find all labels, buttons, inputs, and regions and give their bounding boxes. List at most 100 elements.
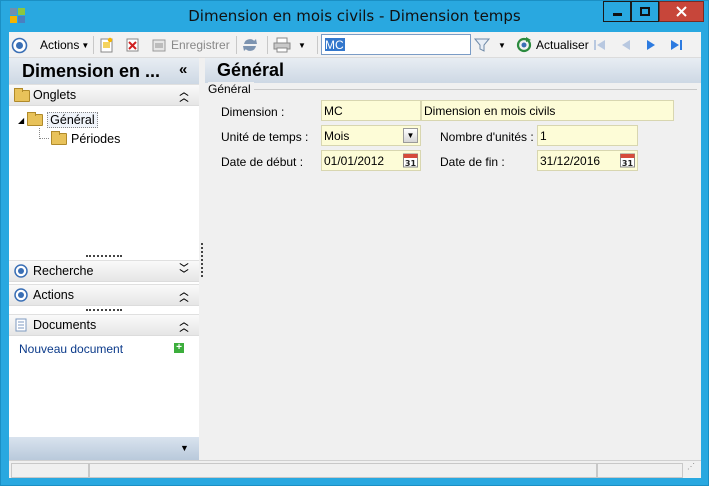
splitter-grip[interactable]	[86, 255, 122, 257]
tree-item-general[interactable]: ◢ Général	[18, 111, 98, 129]
toolbar-separator	[267, 36, 268, 54]
document-icon	[15, 318, 27, 332]
section-documents-header[interactable]: Documents ︿ ︿	[9, 314, 199, 336]
chevron-down-icon[interactable]: ▼	[403, 128, 418, 143]
group-divider	[209, 89, 697, 90]
maximize-button[interactable]	[631, 1, 659, 22]
title-bar[interactable]: Dimension en mois civils - Dimension tem…	[1, 1, 708, 31]
new-document-icon	[100, 37, 113, 53]
collapse-panel-icon[interactable]: «	[179, 61, 187, 78]
print-button[interactable]: ▼	[273, 35, 306, 55]
unit-value: Mois	[324, 129, 350, 143]
splitter-grip[interactable]	[201, 243, 203, 277]
main-header: Général	[205, 58, 701, 83]
first-icon	[594, 40, 605, 50]
minimize-icon	[612, 13, 622, 16]
splitter-grip[interactable]	[86, 309, 122, 311]
status-cell	[11, 463, 89, 478]
section-tabs-header[interactable]: Onglets ︿ ︿	[9, 84, 199, 106]
end-date-value: 31/12/2016	[540, 154, 601, 168]
delete-icon	[126, 38, 139, 52]
end-date-label: Date de fin :	[440, 155, 505, 169]
start-date-value: 01/01/2012	[324, 154, 385, 168]
next-record-button[interactable]	[643, 35, 659, 55]
unit-select[interactable]: Mois ▼	[321, 125, 421, 146]
maximize-icon	[640, 7, 650, 16]
section-documents-label: Documents	[33, 318, 97, 332]
toolbar-separator	[317, 36, 318, 54]
search-input[interactable]	[322, 35, 470, 54]
printer-icon	[273, 37, 291, 53]
close-button[interactable]	[659, 1, 704, 22]
section-tabs-label: Onglets	[33, 88, 77, 102]
page-title: Général	[217, 60, 285, 80]
sync-icon	[243, 39, 257, 51]
section-actions-label: Actions	[33, 288, 74, 302]
save-button[interactable]: Enregistrer	[151, 35, 230, 55]
navigation-target-button[interactable]	[11, 35, 28, 55]
expander-icon: ◢	[18, 115, 25, 125]
count-value: 1	[540, 129, 547, 143]
refresh-button[interactable]: Actualiser	[516, 35, 589, 55]
next-icon	[647, 40, 655, 50]
left-panel-title: Dimension en ...	[22, 61, 161, 81]
save-label: Enregistrer	[171, 38, 230, 52]
calendar-icon[interactable]: 31	[403, 152, 418, 168]
chevron-down-icon: ﹀ ﹀	[179, 263, 189, 279]
minimize-button[interactable]	[603, 1, 631, 22]
add-document-icon[interactable]: +	[174, 343, 184, 353]
search-field[interactable]	[321, 34, 471, 55]
close-icon	[676, 6, 687, 17]
previous-record-button[interactable]	[618, 35, 634, 55]
filter-button[interactable]: ▼	[474, 35, 506, 55]
left-panel-header: Dimension en ... «	[9, 58, 199, 84]
dimension-name-field[interactable]: Dimension en mois civils	[421, 100, 674, 121]
tree-item-periods[interactable]: Périodes	[51, 130, 120, 148]
section-search-label: Recherche	[33, 264, 94, 278]
dimension-name-value: Dimension en mois civils	[424, 104, 556, 118]
client-area: Actions ▼ Enregistrer ▼ MC ▼ Actualiser …	[9, 32, 701, 478]
start-date-label: Date de début :	[221, 155, 304, 169]
svg-text:31: 31	[622, 159, 634, 168]
actions-menu-button[interactable]: Actions ▼	[40, 35, 89, 55]
count-label: Nombre d'unités :	[440, 130, 534, 144]
status-cell	[597, 463, 683, 478]
count-field[interactable]: 1	[537, 125, 638, 146]
target-icon	[14, 288, 28, 302]
save-icon	[152, 39, 166, 52]
end-date-field[interactable]: 31/12/2016 31	[537, 150, 638, 171]
section-search-header[interactable]: Recherche ﹀ ﹀	[9, 260, 199, 282]
delete-button[interactable]	[125, 35, 140, 55]
svg-text:31: 31	[405, 159, 417, 168]
calendar-icon[interactable]: 31	[620, 152, 635, 168]
last-icon	[671, 40, 682, 50]
first-record-button[interactable]	[592, 35, 608, 55]
chevron-up-icon: ︿ ︿	[179, 287, 189, 303]
dimension-code-field[interactable]: MC	[321, 100, 421, 121]
last-record-button[interactable]	[668, 35, 684, 55]
resize-grip-icon[interactable]: ⋰	[687, 463, 697, 475]
tree-item-label: Périodes	[71, 132, 121, 146]
folder-open-icon	[27, 112, 44, 126]
refresh-label: Actualiser	[536, 38, 589, 52]
new-button[interactable]	[99, 35, 114, 55]
toolbar: Actions ▼ Enregistrer ▼ MC ▼ Actualiser	[9, 32, 701, 58]
window-title: Dimension en mois civils - Dimension tem…	[188, 7, 521, 25]
toolbar-separator	[236, 36, 237, 54]
chevron-down-icon: ▼	[81, 40, 90, 50]
sync-button[interactable]	[241, 35, 259, 55]
previous-icon	[622, 40, 630, 50]
chevron-up-icon: ︿ ︿	[179, 87, 189, 103]
chevron-down-icon[interactable]: ▼	[180, 443, 189, 453]
left-panel-footer: ▼	[9, 437, 199, 460]
target-icon	[14, 264, 28, 278]
filter-icon	[474, 38, 490, 52]
chevron-down-icon: ▼	[498, 40, 506, 50]
actions-label: Actions	[40, 38, 80, 52]
section-actions-header[interactable]: Actions ︿ ︿	[9, 284, 199, 306]
new-document-link[interactable]: Nouveau document	[19, 342, 123, 356]
tree-line	[39, 128, 49, 139]
chevron-down-icon: ▼	[298, 40, 306, 50]
start-date-field[interactable]: 01/01/2012 31	[321, 150, 421, 171]
refresh-icon	[516, 37, 532, 53]
